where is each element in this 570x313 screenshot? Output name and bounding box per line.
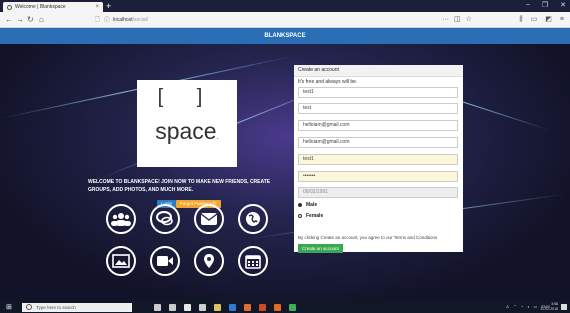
page-actions-icon[interactable]: ··· (442, 14, 449, 26)
new-tab-button[interactable]: + (106, 1, 111, 11)
last-name-field[interactable]: test (298, 103, 458, 114)
search-icon (26, 304, 32, 310)
forward-arrow-icon[interactable]: → (16, 14, 24, 26)
edge-icon[interactable] (229, 303, 236, 311)
menu-icon[interactable]: ≡ (560, 14, 564, 26)
info-icon[interactable]: ⓘ (104, 15, 110, 24)
email-field[interactable]: helloiam@gmail.com (298, 120, 458, 131)
people-icon[interactable]: ♙ (506, 304, 510, 309)
email-confirm-field[interactable]: helloiam@gmail.com (298, 137, 458, 148)
password-field[interactable]: ••••••• (298, 171, 458, 182)
url-path: /social/ (132, 16, 149, 23)
radio-checked-icon (298, 203, 302, 207)
page-icon: 🗋 (95, 16, 100, 23)
browser-tab-bar: Welcome | Blankspace × + – ❐ ✕ (0, 0, 570, 12)
extension-icon[interactable]: ◩ (545, 14, 552, 26)
minimize-button[interactable]: – (526, 1, 530, 9)
users-icon (106, 204, 136, 234)
browser-toolbar: ← → ↻ ⌂ 🗋 ⓘ localhost /social/ ··· ◫ ☆ ⫼… (0, 12, 570, 28)
chat-icon (150, 204, 180, 234)
app-icon[interactable] (274, 303, 281, 311)
task-view-icon[interactable] (169, 303, 176, 311)
form-title: Create an account (294, 65, 463, 77)
url-host: localhost (112, 16, 133, 23)
battery-icon[interactable]: ▭ (534, 304, 538, 309)
firefox-icon[interactable] (244, 303, 251, 311)
tab-title: Welcome | Blankspace (15, 4, 66, 10)
clock-date: 11-02-2018 (540, 306, 558, 311)
first-name-field[interactable]: test1 (298, 87, 458, 98)
taskbar-search[interactable]: Type here to search (22, 302, 132, 312)
welcome-text: WELCOME TO BLANKSPACE! JOIN NOW TO MAKE … (88, 179, 271, 193)
toolbar-right: ⫼ ▭ ◩ ≡ (519, 14, 564, 26)
network-icon[interactable]: ◔ (521, 304, 523, 309)
close-window-button[interactable]: ✕ (560, 1, 566, 9)
location-icon (194, 246, 224, 276)
address-bar[interactable]: 🗋 ⓘ localhost /social/ (95, 14, 475, 25)
library-icon[interactable]: ⫼ (519, 14, 522, 26)
radio-unchecked-icon (298, 214, 302, 218)
logo-brackets: [ ] (157, 86, 217, 108)
windows-start-icon[interactable]: ⊞ (6, 303, 16, 311)
video-icon (150, 246, 180, 276)
notifications-icon[interactable] (561, 304, 567, 310)
browser-tab[interactable]: Welcome | Blankspace × (3, 2, 103, 12)
globe-icon (7, 4, 12, 10)
signup-form: Create an account It's free and always w… (294, 65, 463, 253)
gender-male-radio[interactable]: Male (298, 202, 317, 208)
globe-icon (238, 204, 268, 234)
window-controls: – ❐ ✕ (526, 1, 566, 9)
image-icon (106, 246, 136, 276)
form-subtitle: It's free and always will be. (298, 79, 358, 85)
close-tab-icon[interactable]: × (95, 4, 99, 10)
taskbar-search-placeholder: Type here to search (36, 304, 76, 310)
chevron-up-icon[interactable]: ⌃ (513, 304, 516, 309)
gender-female-radio[interactable]: Female (298, 213, 323, 219)
address-bar-actions: ··· ◫ ☆ (442, 14, 472, 26)
reload-icon[interactable]: ↻ (27, 14, 34, 26)
site-logo: [ ] space. (137, 80, 237, 167)
clock[interactable]: 3:58 11-02-2018 (540, 302, 558, 311)
home-icon[interactable]: ⌂ (39, 14, 44, 26)
bookmark-star-icon[interactable]: ☆ (466, 14, 472, 26)
microphone-icon[interactable] (154, 303, 161, 311)
pocket-icon[interactable]: ◫ (454, 14, 461, 26)
username-field[interactable]: test1 (298, 154, 458, 165)
volume-icon[interactable]: ◖ (527, 304, 529, 309)
back-arrow-icon[interactable]: ← (5, 14, 13, 26)
maximize-button[interactable]: ❐ (542, 1, 548, 9)
office-icon[interactable] (259, 303, 266, 311)
site-header: BLANKSPACE (0, 28, 570, 44)
create-account-button[interactable]: Create an account (298, 244, 343, 253)
logo-wordmark: space. (155, 118, 219, 144)
birthday-field[interactable]: 06/02/1991 (298, 187, 458, 198)
mail-app-icon[interactable] (184, 303, 191, 311)
file-explorer-icon[interactable] (214, 303, 221, 311)
mail-icon (194, 204, 224, 234)
page-background: BLANKSPACE [ ] space. WELCOME TO BLANKSP… (0, 28, 570, 301)
chrome-icon[interactable] (289, 303, 296, 311)
gender-female-label: Female (306, 213, 324, 219)
calendar-icon (238, 246, 268, 276)
store-icon[interactable] (199, 303, 206, 311)
taskbar: ⊞ Type here to search ♙ ⌃ ◔ ◖ ▭ ENG 3:58… (0, 301, 570, 313)
terms-text: By clicking Create an account, you agree… (298, 235, 438, 240)
sidebar-icon[interactable]: ▭ (531, 14, 538, 26)
gender-male-label: Male (306, 202, 318, 208)
